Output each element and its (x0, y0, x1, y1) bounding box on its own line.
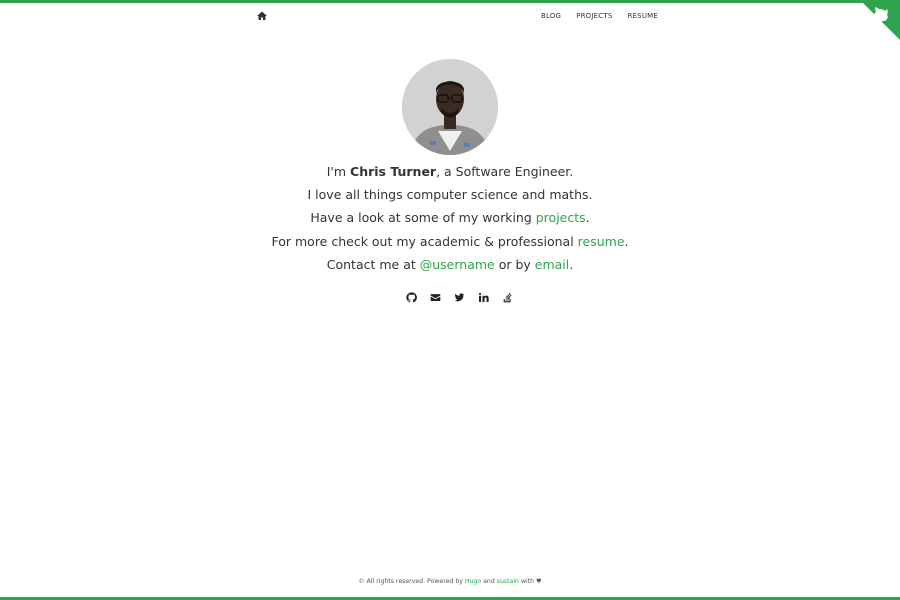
profile-name: Chris Turner (350, 164, 437, 179)
intro-line-4: For more check out my academic & profess… (271, 233, 629, 249)
github-corner-link[interactable] (860, 0, 900, 40)
intro-text: I'm Chris Turner, a Software Engineer. I… (0, 160, 900, 276)
social-links (404, 290, 524, 304)
main-nav: BLOG PROJECTS RESUME (541, 12, 673, 24)
avatar (402, 59, 498, 155)
nav-home-link[interactable] (256, 9, 268, 21)
stackoverflow-icon (503, 292, 512, 302)
nav-resume-link[interactable]: RESUME (627, 12, 658, 24)
nav-blog-link[interactable]: BLOG (541, 12, 561, 24)
top-accent-bar (0, 0, 900, 3)
twitter-link[interactable] (452, 290, 466, 304)
email-icon-link[interactable] (428, 290, 442, 304)
linkedin-link[interactable] (476, 290, 490, 304)
projects-link[interactable]: projects (536, 210, 586, 225)
profile-photo (402, 59, 498, 155)
username-link[interactable]: @username (420, 257, 495, 272)
github-link[interactable] (404, 290, 418, 304)
hugo-link[interactable]: Hugo (465, 578, 481, 585)
email-link[interactable]: email (535, 257, 569, 272)
linkedin-icon (478, 292, 489, 302)
intro-line-1: I'm Chris Turner, a Software Engineer. (326, 164, 574, 179)
github-icon (405, 291, 417, 302)
stackoverflow-link[interactable] (500, 290, 514, 304)
intro-line-2: I love all things computer science and m… (307, 187, 593, 203)
sustain-link[interactable]: sustain (497, 578, 519, 585)
envelope-icon (430, 293, 440, 301)
home-icon (257, 11, 267, 20)
intro-line-5: Contact me at @username or by email. (326, 256, 574, 272)
octocat-icon (860, 0, 900, 40)
twitter-icon (454, 292, 464, 301)
nav-projects-link[interactable]: PROJECTS (576, 12, 612, 24)
intro-line-3: Have a look at some of my working projec… (310, 210, 590, 226)
resume-link[interactable]: resume (578, 234, 625, 249)
footer: © All rights reserved. Powered by Hugo a… (358, 578, 542, 585)
